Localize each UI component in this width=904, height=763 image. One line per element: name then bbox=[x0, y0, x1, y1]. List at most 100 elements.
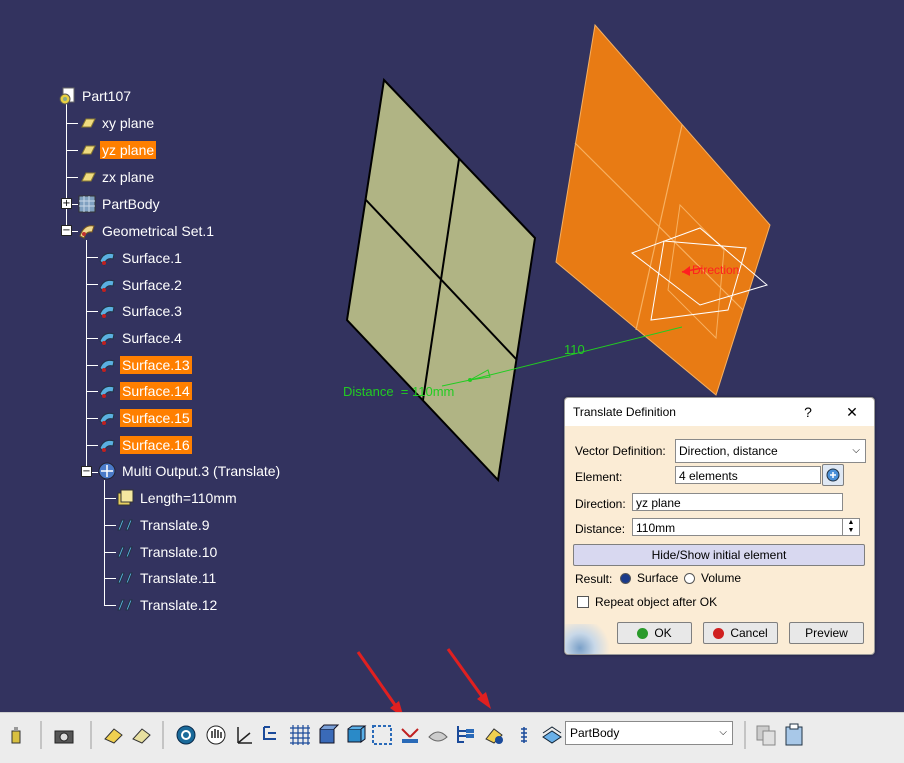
tree-connector bbox=[86, 365, 98, 366]
tree-connector bbox=[86, 284, 98, 285]
tree-node-surface[interactable]: Surface.14 bbox=[98, 380, 192, 402]
tree-connector bbox=[66, 150, 78, 151]
dimension-value-label[interactable]: 110 bbox=[564, 342, 585, 357]
fly-mode-icon[interactable] bbox=[102, 723, 126, 747]
repeat-object-label: Repeat object after OK bbox=[595, 595, 718, 609]
distance-dimension[interactable] bbox=[441, 326, 683, 387]
tree-connector bbox=[66, 123, 78, 124]
hide-show-icon[interactable] bbox=[426, 723, 450, 747]
translated-surface-preview[interactable] bbox=[555, 23, 771, 396]
repeat-object-checkbox[interactable]: Repeat object after OK bbox=[577, 595, 717, 609]
body-icon bbox=[78, 195, 96, 213]
instantiate-icon[interactable] bbox=[782, 723, 806, 747]
tree-node-translate[interactable]: Translate.10 bbox=[116, 541, 219, 563]
tree-node-surface[interactable]: Surface.16 bbox=[98, 434, 192, 456]
shading-icon[interactable] bbox=[344, 723, 368, 747]
direction-manipulator[interactable] bbox=[630, 227, 769, 321]
tree-node-partbody[interactable]: PartBody bbox=[78, 193, 162, 215]
checkbox-icon bbox=[577, 596, 589, 608]
direction-label[interactable]: Direction bbox=[692, 263, 739, 277]
multi-view-icon[interactable] bbox=[370, 723, 394, 747]
cancel-button[interactable]: Cancel bbox=[703, 622, 778, 644]
distance-label: Distance: bbox=[575, 522, 626, 536]
tree-connector bbox=[104, 552, 116, 553]
tree-node-translate[interactable]: Translate.11 bbox=[116, 567, 218, 589]
body-select-value: PartBody bbox=[570, 726, 620, 740]
radio-unselected-icon bbox=[684, 572, 695, 584]
cancel-icon bbox=[713, 627, 725, 639]
tree-connector bbox=[104, 605, 116, 606]
direction-field[interactable]: yz plane bbox=[632, 493, 843, 511]
element-value: 4 elements bbox=[679, 469, 738, 483]
cancel-label: Cancel bbox=[730, 626, 768, 640]
tree-node-surface[interactable]: Surface.3 bbox=[98, 300, 184, 322]
axis-system-icon[interactable] bbox=[232, 723, 256, 747]
tree-expand-icon[interactable] bbox=[260, 723, 284, 747]
swap-visible-space-icon[interactable] bbox=[398, 723, 422, 747]
tree-node-surface[interactable]: Surface.2 bbox=[98, 274, 184, 296]
preview-button[interactable]: Preview bbox=[789, 622, 864, 644]
tree-node-part[interactable]: Part107 bbox=[58, 85, 133, 107]
fit-all-icon[interactable] bbox=[174, 723, 198, 747]
distance-label[interactable]: Distance = 110mm bbox=[343, 384, 454, 399]
element-list-button[interactable] bbox=[822, 464, 844, 486]
help-button[interactable]: ? bbox=[797, 402, 819, 422]
element-field[interactable]: 4 elements bbox=[675, 466, 821, 484]
vector-definition-select[interactable]: Direction, distance ⌵ bbox=[675, 439, 866, 463]
camera-icon[interactable] bbox=[52, 723, 76, 747]
tree-node-label: Surface.13 bbox=[120, 356, 192, 374]
close-button[interactable]: ✕ bbox=[841, 402, 863, 422]
tree-node-surface[interactable]: Surface.13 bbox=[98, 354, 192, 376]
normal-view-icon[interactable] bbox=[316, 723, 340, 747]
plane-icon bbox=[78, 168, 96, 186]
spinner-icon[interactable]: ▲ ▼ bbox=[842, 519, 859, 535]
tree-node-surface[interactable]: Surface.15 bbox=[98, 407, 192, 429]
tree-node-label: Surface.3 bbox=[122, 303, 182, 319]
tree-node-length-parameter[interactable]: Length=110mm bbox=[116, 487, 239, 509]
tree-node-xy-plane[interactable]: xy plane bbox=[78, 112, 156, 134]
collapse-icon[interactable]: − bbox=[81, 466, 92, 477]
preview-label: Preview bbox=[805, 626, 848, 640]
tree-node-label: zx plane bbox=[102, 169, 155, 185]
result-volume-radio[interactable]: Volume bbox=[684, 571, 741, 585]
distance-value: 110mm bbox=[636, 521, 676, 535]
tree-node-zx-plane[interactable]: zx plane bbox=[78, 166, 156, 188]
walk-mode-icon[interactable] bbox=[130, 723, 154, 747]
translate-multi-output-icon bbox=[98, 462, 116, 480]
define-in-work-object-icon[interactable] bbox=[540, 723, 564, 747]
bottom-toolbar: PartBody ⌵ bbox=[0, 712, 904, 763]
copy-icon[interactable] bbox=[754, 723, 778, 747]
tree-node-yz-plane[interactable]: yz plane bbox=[78, 139, 157, 161]
pan-hand-icon[interactable] bbox=[204, 723, 228, 747]
annotation-arrow bbox=[446, 648, 488, 703]
tree-node-surface[interactable]: Surface.4 bbox=[98, 327, 184, 349]
direction-label: Direction: bbox=[575, 497, 626, 511]
toolbar-separator bbox=[90, 721, 92, 749]
tree-node-multi-output[interactable]: Multi Output.3 (Translate) bbox=[98, 460, 282, 482]
translate-icon bbox=[116, 596, 134, 614]
chevron-down-icon: ⌵ bbox=[719, 727, 727, 738]
highlight-icon[interactable] bbox=[482, 723, 506, 747]
hide-show-initial-element-button[interactable]: Hide/Show initial element bbox=[573, 544, 865, 566]
result-surface-radio[interactable]: Surface bbox=[620, 571, 678, 585]
vector-definition-value: Direction, distance bbox=[679, 444, 778, 458]
dialog-titlebar[interactable]: Translate Definition ? ✕ bbox=[565, 398, 874, 426]
ok-button[interactable]: OK bbox=[617, 622, 692, 644]
oil-can-icon[interactable] bbox=[4, 723, 28, 747]
tree-node-geometrical-set[interactable]: Geometrical Set.1 bbox=[78, 220, 216, 242]
tree-node-translate[interactable]: Translate.9 bbox=[116, 514, 212, 536]
initial-surface[interactable] bbox=[345, 77, 537, 483]
collapse-icon[interactable]: − bbox=[61, 225, 72, 236]
tree-node-surface[interactable]: Surface.1 bbox=[98, 247, 184, 269]
distance-field[interactable]: 110mm ▲ ▼ bbox=[632, 518, 860, 536]
tree-node-translate[interactable]: Translate.12 bbox=[116, 594, 219, 616]
part-icon bbox=[58, 87, 76, 105]
properties-icon[interactable] bbox=[512, 723, 536, 747]
grid-icon[interactable] bbox=[288, 723, 312, 747]
expand-icon[interactable]: + bbox=[61, 198, 72, 209]
body-select[interactable]: PartBody ⌵ bbox=[565, 721, 733, 745]
specification-tree-icon[interactable] bbox=[454, 723, 478, 747]
result-label: Result: bbox=[575, 572, 613, 586]
tree-node-label: Surface.4 bbox=[122, 330, 182, 346]
tree-node-label: Translate.12 bbox=[140, 597, 218, 613]
